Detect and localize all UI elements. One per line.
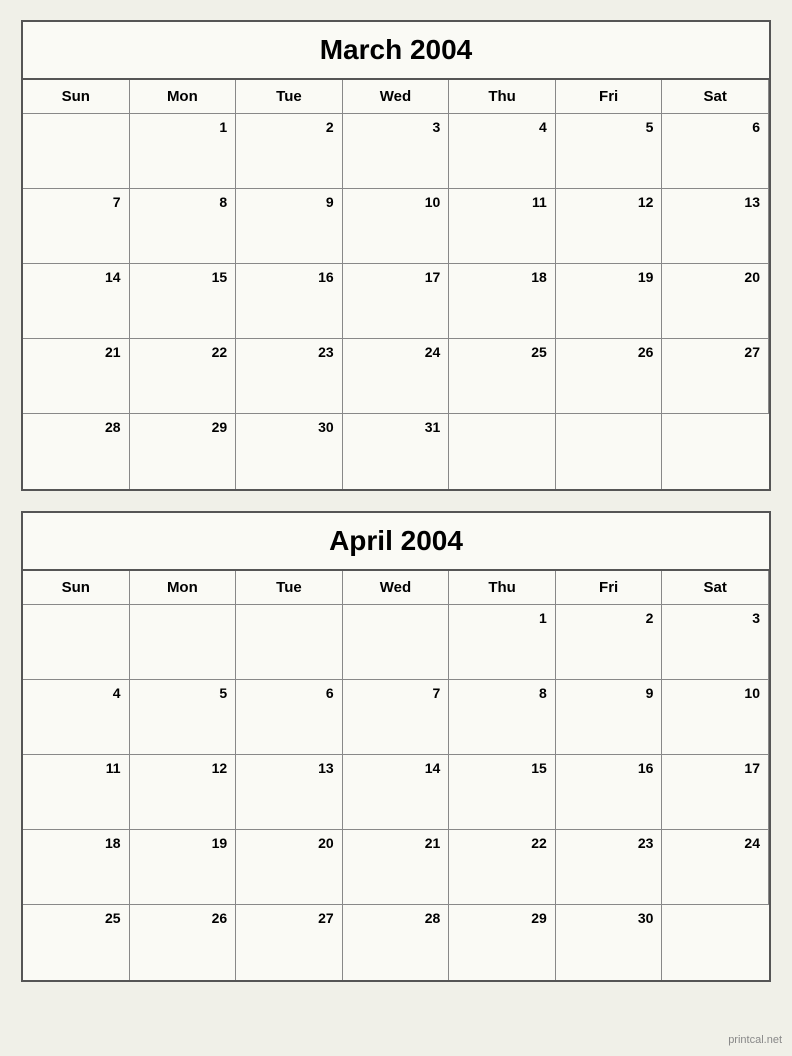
table-row: 28 [343, 905, 450, 980]
table-row [23, 114, 130, 189]
table-row: 18 [23, 830, 130, 905]
table-row: 11 [23, 755, 130, 830]
april-header-wed: Wed [343, 571, 450, 605]
table-row: 31 [343, 414, 450, 489]
table-row: 25 [23, 905, 130, 980]
table-row: 6 [236, 680, 343, 755]
table-row: 26 [130, 905, 237, 980]
april-title: April 2004 [23, 513, 769, 571]
table-row: 10 [662, 680, 769, 755]
table-row: 22 [449, 830, 556, 905]
april-header-sat: Sat [662, 571, 769, 605]
table-row: 22 [130, 339, 237, 414]
table-row: 7 [343, 680, 450, 755]
table-row: 12 [556, 189, 663, 264]
table-row: 19 [556, 264, 663, 339]
table-row: 13 [236, 755, 343, 830]
table-row: 30 [236, 414, 343, 489]
april-grid: Sun Mon Tue Wed Thu Fri Sat 1 2 3 4 5 6 … [23, 571, 769, 980]
table-row [23, 605, 130, 680]
march-header-tue: Tue [236, 80, 343, 114]
table-row: 17 [662, 755, 769, 830]
table-row: 5 [556, 114, 663, 189]
table-row: 12 [130, 755, 237, 830]
table-row: 19 [130, 830, 237, 905]
table-row: 21 [343, 830, 450, 905]
april-header-sun: Sun [23, 571, 130, 605]
march-calendar: March 2004 Sun Mon Tue Wed Thu Fri Sat 1… [21, 20, 771, 491]
table-row: 2 [556, 605, 663, 680]
table-row: 29 [130, 414, 237, 489]
april-header-mon: Mon [130, 571, 237, 605]
table-row: 24 [343, 339, 450, 414]
table-row: 8 [449, 680, 556, 755]
table-row: 29 [449, 905, 556, 980]
table-row: 11 [449, 189, 556, 264]
table-row: 8 [130, 189, 237, 264]
table-row: 17 [343, 264, 450, 339]
table-row: 23 [236, 339, 343, 414]
table-row [662, 414, 769, 489]
table-row: 18 [449, 264, 556, 339]
table-row: 4 [449, 114, 556, 189]
table-row: 5 [130, 680, 237, 755]
march-header-wed: Wed [343, 80, 450, 114]
table-row: 23 [556, 830, 663, 905]
march-header-sat: Sat [662, 80, 769, 114]
table-row: 2 [236, 114, 343, 189]
table-row: 25 [449, 339, 556, 414]
table-row: 30 [556, 905, 663, 980]
table-row: 27 [236, 905, 343, 980]
april-calendar: April 2004 Sun Mon Tue Wed Thu Fri Sat 1… [21, 511, 771, 982]
watermark-label: printcal.net [728, 1034, 782, 1046]
table-row: 14 [23, 264, 130, 339]
table-row: 4 [23, 680, 130, 755]
table-row: 26 [556, 339, 663, 414]
table-row: 20 [662, 264, 769, 339]
march-title: March 2004 [23, 22, 769, 80]
table-row: 15 [130, 264, 237, 339]
march-grid: Sun Mon Tue Wed Thu Fri Sat 1 2 3 4 5 6 … [23, 80, 769, 489]
table-row: 28 [23, 414, 130, 489]
table-row [236, 605, 343, 680]
table-row: 15 [449, 755, 556, 830]
april-header-thu: Thu [449, 571, 556, 605]
table-row [662, 905, 769, 980]
table-row: 3 [343, 114, 450, 189]
table-row [556, 414, 663, 489]
march-header-mon: Mon [130, 80, 237, 114]
table-row: 21 [23, 339, 130, 414]
march-header-fri: Fri [556, 80, 663, 114]
april-header-tue: Tue [236, 571, 343, 605]
table-row: 7 [23, 189, 130, 264]
table-row: 9 [556, 680, 663, 755]
march-header-sun: Sun [23, 80, 130, 114]
table-row: 27 [662, 339, 769, 414]
table-row: 6 [662, 114, 769, 189]
table-row: 1 [449, 605, 556, 680]
table-row: 13 [662, 189, 769, 264]
april-header-fri: Fri [556, 571, 663, 605]
table-row: 14 [343, 755, 450, 830]
table-row: 16 [236, 264, 343, 339]
table-row [449, 414, 556, 489]
table-row: 9 [236, 189, 343, 264]
table-row: 16 [556, 755, 663, 830]
table-row: 24 [662, 830, 769, 905]
table-row: 10 [343, 189, 450, 264]
table-row: 1 [130, 114, 237, 189]
table-row [130, 605, 237, 680]
march-header-thu: Thu [449, 80, 556, 114]
table-row: 3 [662, 605, 769, 680]
table-row [343, 605, 450, 680]
table-row: 20 [236, 830, 343, 905]
